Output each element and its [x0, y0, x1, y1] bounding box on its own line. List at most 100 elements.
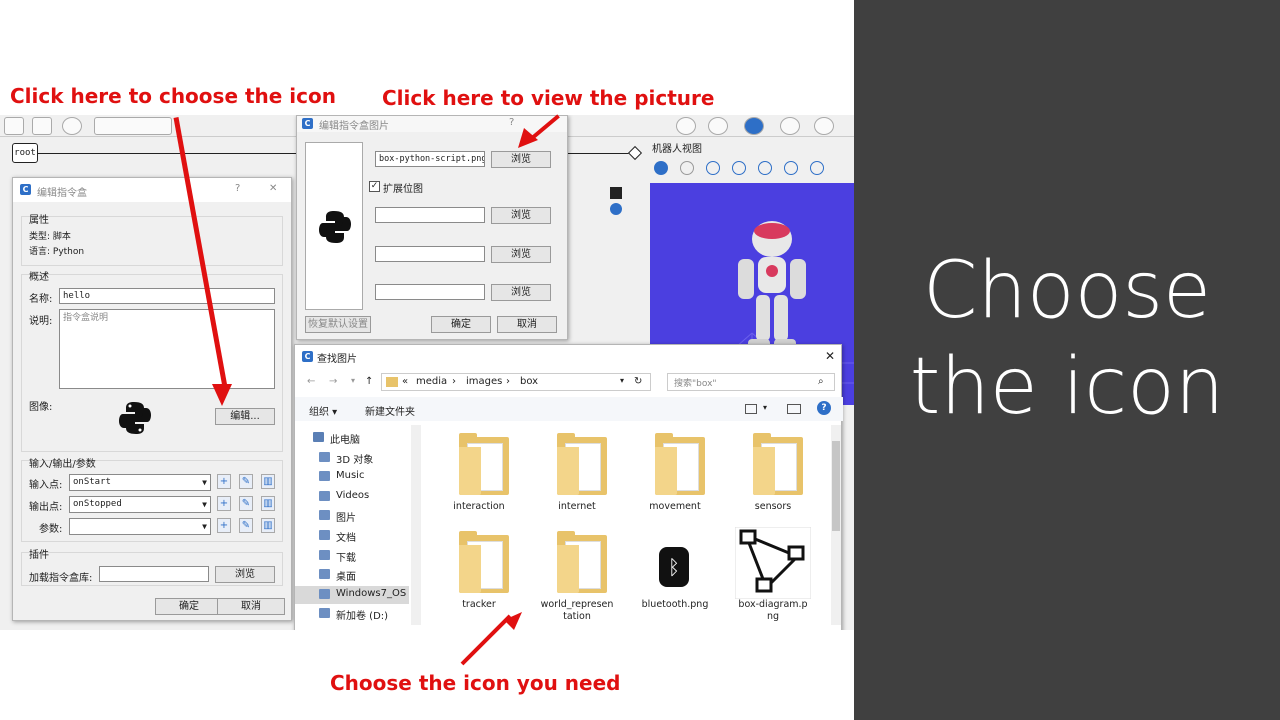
tree-item[interactable]: 新加卷 (D:) — [295, 605, 409, 623]
edit-input-pencil-icon[interactable]: ✎ — [239, 474, 253, 489]
chat-icon[interactable] — [814, 117, 834, 135]
tree-item[interactable]: 图片 — [295, 507, 409, 525]
file-scrollbar[interactable] — [831, 425, 841, 625]
tree-item[interactable]: Windows7_OS — [295, 585, 409, 604]
restore-default-button[interactable]: 恢复默认设置 — [305, 316, 371, 333]
stop-icon[interactable] — [32, 117, 52, 135]
image-ok-button[interactable]: 确定 — [431, 316, 491, 333]
chevron-down-icon: ▼ — [202, 522, 207, 531]
name-input[interactable]: hello — [59, 288, 275, 304]
load-library-input[interactable] — [99, 566, 209, 582]
refresh-icon[interactable]: ↻ — [634, 376, 642, 387]
delete-param-trash-icon[interactable]: ▥ — [261, 518, 275, 533]
record-icon[interactable] — [610, 187, 622, 199]
folder-icon — [655, 433, 705, 495]
search-icon[interactable] — [810, 161, 824, 175]
expand-checkbox[interactable]: ✓ — [369, 181, 380, 192]
toolbar-field[interactable] — [94, 117, 172, 135]
warning-icon[interactable] — [62, 117, 82, 135]
robot-pose-icon[interactable] — [708, 117, 728, 135]
tree-item[interactable]: 3D 对象 — [295, 449, 409, 467]
back-arrow-icon[interactable]: ← — [307, 376, 315, 387]
diagram-icon — [735, 527, 811, 599]
play-icon[interactable] — [4, 117, 24, 135]
add-param-button[interactable]: + — [217, 518, 231, 533]
scrollbar-thumb[interactable] — [832, 441, 840, 531]
refresh-icon[interactable] — [780, 117, 800, 135]
organize-button[interactable]: 组织 ▾ — [309, 403, 337, 418]
help-icon[interactable]: ? — [235, 183, 240, 194]
add-icon[interactable] — [610, 203, 622, 215]
rotate-icon[interactable] — [732, 161, 746, 175]
path-media[interactable]: media — [416, 376, 447, 387]
search-box[interactable]: 搜索"box" ⌕ — [667, 373, 835, 391]
info-icon[interactable] — [654, 161, 668, 175]
folder-tile[interactable]: movement — [627, 427, 723, 527]
edit-output-pencil-icon[interactable]: ✎ — [239, 496, 253, 511]
description-textarea[interactable]: 指令盒说明 — [59, 309, 275, 389]
recent-chevron-icon[interactable]: ▾ — [351, 376, 355, 385]
folder-tile[interactable]: sensors — [725, 427, 821, 527]
new-folder-button[interactable]: 新建文件夹 — [365, 403, 415, 418]
zoom-in-icon[interactable] — [706, 161, 720, 175]
tree-item-label: Music — [336, 470, 365, 482]
close-icon[interactable]: ✕ — [269, 183, 277, 194]
eye-icon[interactable] — [784, 161, 798, 175]
browse-button-1[interactable]: 浏览 — [491, 151, 551, 168]
add-input-button[interactable]: + — [217, 474, 231, 489]
star-icon[interactable] — [758, 161, 772, 175]
add-output-button[interactable]: + — [217, 496, 231, 511]
ok-button[interactable]: 确定 — [155, 598, 223, 615]
image-path-input-4[interactable] — [375, 284, 485, 300]
image-file-tile[interactable]: ᛒ bluetooth.png — [627, 525, 723, 625]
tree-item[interactable]: Music — [295, 468, 409, 486]
browse-button-2[interactable]: 浏览 — [491, 207, 551, 224]
folder-tile[interactable]: internet — [529, 427, 625, 527]
output-select[interactable]: onStopped ▼ — [69, 496, 211, 513]
chevron-down-icon: ▼ — [202, 500, 207, 509]
image-path-input-2[interactable] — [375, 207, 485, 223]
path-box[interactable]: box — [520, 376, 538, 387]
chevron-down-icon[interactable]: ▾ — [763, 403, 767, 412]
volume-icon[interactable] — [676, 117, 696, 135]
tree-scrollbar[interactable] — [411, 425, 421, 625]
chevron-down-icon[interactable]: ▾ — [620, 376, 624, 385]
help-icon[interactable]: ? — [817, 401, 831, 415]
file-name: interaction — [453, 501, 505, 512]
browse-button-3[interactable]: 浏览 — [491, 246, 551, 263]
connect-icon[interactable] — [744, 117, 764, 135]
image-path-input-3[interactable] — [375, 246, 485, 262]
path-overflow[interactable]: « — [402, 376, 408, 387]
close-icon[interactable]: ✕ — [825, 349, 835, 363]
view-options-icon[interactable] — [745, 404, 757, 414]
path-images[interactable]: images — [466, 376, 502, 387]
edit-image-button[interactable]: 编辑... — [215, 408, 275, 425]
forward-arrow-icon[interactable]: → — [329, 376, 337, 387]
tree-item[interactable]: 文档 — [295, 527, 409, 545]
image-file-tile[interactable]: box-diagram.p ng — [725, 525, 821, 625]
delete-output-trash-icon[interactable]: ▥ — [261, 496, 275, 511]
root-box[interactable]: root — [12, 143, 38, 163]
tree-item[interactable]: 下载 — [295, 547, 409, 565]
image-path-input[interactable]: box-python-script.png — [375, 151, 485, 167]
edit-image-title: 编辑指令盒图片 — [319, 121, 389, 132]
tree-item[interactable]: 桌面 — [295, 566, 409, 584]
address-bar[interactable]: « media › images › box ▾ ↻ — [381, 373, 651, 391]
param-select[interactable]: ▼ — [69, 518, 211, 535]
tree-item[interactable]: Videos — [295, 488, 409, 506]
tree-item[interactable]: 此电脑 — [295, 429, 409, 447]
delete-input-trash-icon[interactable]: ▥ — [261, 474, 275, 489]
preview-pane-icon[interactable] — [787, 404, 801, 414]
input-select[interactable]: onStart ▼ — [69, 474, 211, 491]
browse-button-4[interactable]: 浏览 — [491, 284, 551, 301]
help-icon[interactable]: ? — [509, 117, 514, 128]
edit-param-pencil-icon[interactable]: ✎ — [239, 518, 253, 533]
up-arrow-icon[interactable]: ↑ — [365, 376, 373, 387]
image-cancel-button[interactable]: 取消 — [497, 316, 557, 333]
folder-tile[interactable]: interaction — [431, 427, 527, 527]
cancel-button[interactable]: 取消 — [217, 598, 285, 615]
camera-icon[interactable] — [680, 161, 694, 175]
load-library-browse-button[interactable]: 浏览 — [215, 566, 275, 583]
folder-tile[interactable]: world_represen tation — [529, 525, 625, 625]
expand-label: 扩展位图 — [383, 184, 423, 195]
